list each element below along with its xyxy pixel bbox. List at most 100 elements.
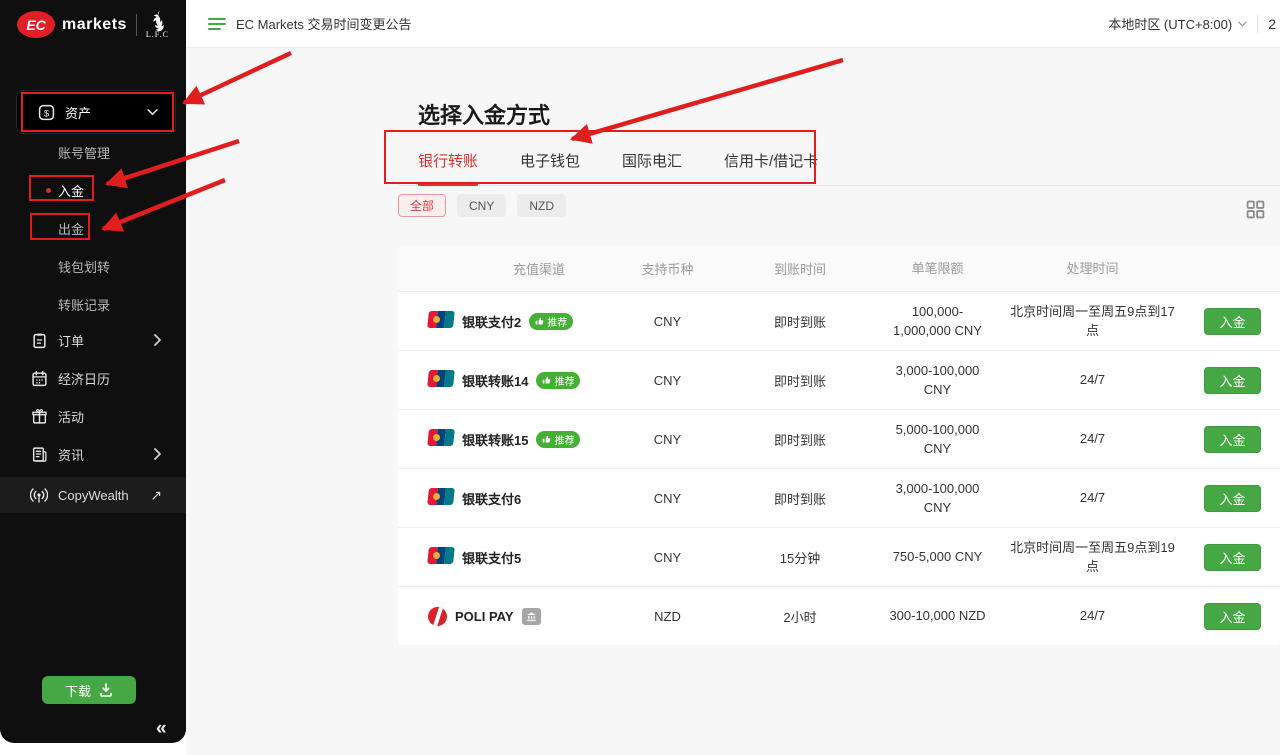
channel-cell: 银联支付6 — [398, 488, 610, 508]
arrival-cell: 即时到账 — [725, 489, 875, 508]
action-cell: 入金 — [1185, 308, 1280, 335]
announcement-text: EC Markets 交易时间变更公告 — [236, 14, 412, 33]
sidebar-item-assets[interactable]: $ 资产 — [16, 90, 176, 134]
chevron-down-icon — [1238, 21, 1247, 27]
channel-cell: 银联转账15推荐 — [398, 429, 610, 449]
column-header: 到账时间 — [725, 259, 875, 278]
announcement-link[interactable]: EC Markets 交易时间变更公告 — [208, 14, 412, 33]
sidebar-item-wallet-transfer[interactable]: 钱包划转 — [0, 251, 186, 281]
processing-cell: 北京时间周一至周五9点到17点 — [1000, 302, 1185, 341]
sidebar-item-label: CopyWealth — [58, 488, 186, 503]
sidebar-item-label: 钱包划转 — [58, 257, 110, 276]
chevron-right-icon — [154, 448, 162, 460]
limit-cell: 3,000-100,000 CNY — [875, 361, 1000, 400]
processing-cell: 24/7 — [1000, 429, 1185, 449]
arrival-cell: 2小时 — [725, 607, 875, 626]
column-header: 单笔限额 — [875, 259, 1000, 279]
recommended-badge: 推荐 — [536, 372, 580, 389]
external-link-icon: ↗ — [150, 487, 162, 504]
bank-transfer-icon — [522, 608, 541, 625]
channel-name: 银联支付5 — [462, 548, 521, 567]
brand-name: markets — [62, 16, 127, 34]
processing-cell: 24/7 — [1000, 488, 1185, 508]
tab-e-wallet[interactable]: 电子钱包 — [520, 150, 580, 185]
sidebar-item-activities[interactable]: 活动 — [0, 401, 186, 431]
channel-cell: 银联支付2推荐 — [398, 311, 610, 331]
deposit-button[interactable]: 入金 — [1204, 426, 1261, 453]
table-header-row: 充值渠道支持币种到账时间单笔限额处理时间 — [398, 246, 1280, 291]
deposit-button[interactable]: 入金 — [1204, 308, 1261, 335]
tab-international-wire[interactable]: 国际电汇 — [622, 150, 682, 185]
sidebar-item-assets-label: 资产 — [65, 103, 143, 122]
currency-cell: NZD — [610, 609, 725, 624]
page: EC markets L.F.C $ 资产 账号管理入金出金钱包划转转账记录 订… — [0, 0, 1280, 755]
filter-chip-cny[interactable]: CNY — [457, 194, 506, 217]
processing-cell: 北京时间周一至周五9点到19点 — [1000, 538, 1185, 577]
timezone-selector[interactable]: 本地时区 (UTC+8:00) — [1108, 14, 1247, 33]
deposit-method-tabs: 银行转账 电子钱包 国际电汇 信用卡/借记卡 — [398, 140, 1280, 186]
filter-chip-nzd[interactable]: NZD — [517, 194, 566, 217]
table-row: 银联支付6CNY即时到账3,000-100,000 CNY24/7入金 — [398, 468, 1280, 527]
channel-name: 银联支付6 — [462, 489, 521, 508]
currency-filters: 全部 CNY NZD — [398, 194, 566, 217]
svg-text:$: $ — [43, 108, 49, 119]
currency-cell: CNY — [610, 314, 725, 329]
tab-bank-transfer[interactable]: 银行转账 — [418, 150, 478, 185]
deposit-button[interactable]: 入金 — [1204, 367, 1261, 394]
processing-cell: 24/7 — [1000, 606, 1185, 626]
active-dot-icon — [46, 188, 51, 193]
sidebar-item-label: 入金 — [58, 181, 84, 200]
deposit-button[interactable]: 入金 — [1204, 544, 1261, 571]
sidebar-item-economic-calendar[interactable]: 经济日历 — [0, 363, 186, 393]
ec-logo-icon: EC — [17, 11, 55, 38]
sidebar: EC markets L.F.C $ 资产 账号管理入金出金钱包划转转账记录 订… — [0, 0, 186, 743]
collapse-sidebar-button[interactable]: « — [156, 718, 165, 740]
sidebar-item-deposit[interactable]: 入金 — [0, 175, 186, 205]
table-row: 银联转账14推荐CNY即时到账3,000-100,000 CNY24/7入金 — [398, 350, 1280, 409]
sidebar-item-withdraw[interactable]: 出金 — [0, 213, 186, 243]
sidebar-item-label: 经济日历 — [58, 369, 186, 388]
arrival-cell: 即时到账 — [725, 312, 875, 331]
main-content: 选择入金方式 银行转账 电子钱包 国际电汇 信用卡/借记卡 全部 CNY NZD 充值渠道… — [186, 48, 1280, 755]
unionpay-logo-icon — [428, 488, 454, 508]
filter-chip-all[interactable]: 全部 — [398, 194, 446, 217]
sidebar-item-account-management[interactable]: 账号管理 — [0, 137, 186, 167]
brand-divider — [136, 14, 137, 36]
limit-cell: 750-5,000 CNY — [875, 547, 1000, 567]
action-cell: 入金 — [1185, 603, 1280, 630]
clipboard-icon — [30, 331, 48, 349]
lfc-text: L.F.C — [146, 30, 169, 39]
download-icon — [99, 683, 113, 697]
calendar-icon — [30, 369, 48, 387]
table-row: POLI PAYNZD2小时300-10,000 NZD24/7入金 — [398, 586, 1280, 645]
channels-table: 充值渠道支持币种到账时间单笔限额处理时间 银联支付2推荐CNY即时到账100,0… — [398, 246, 1280, 645]
sidebar-item-transfer-records[interactable]: 转账记录 — [0, 289, 186, 319]
edge-number: 2 — [1268, 16, 1276, 32]
action-cell: 入金 — [1185, 485, 1280, 512]
lfc-crest-icon: L.F.C — [146, 10, 169, 39]
action-cell: 入金 — [1185, 426, 1280, 453]
deposit-button[interactable]: 入金 — [1204, 485, 1261, 512]
download-button[interactable]: 下载 — [42, 676, 136, 704]
sidebar-item-news[interactable]: 资讯 — [0, 439, 186, 469]
recommended-badge: 推荐 — [536, 431, 580, 448]
page-title: 选择入金方式 — [418, 98, 550, 130]
limit-cell: 300-10,000 NZD — [875, 606, 1000, 626]
deposit-button[interactable]: 入金 — [1204, 603, 1261, 630]
sidebar-item-label: 转账记录 — [58, 295, 110, 314]
arrival-cell: 15分钟 — [725, 548, 875, 567]
topbar-divider — [1257, 15, 1258, 33]
grid-view-icon[interactable] — [1246, 200, 1265, 219]
download-label: 下载 — [65, 681, 91, 700]
tab-credit-debit-card[interactable]: 信用卡/借记卡 — [724, 150, 818, 185]
assets-submenu: 账号管理入金出金钱包划转转账记录 — [0, 137, 186, 327]
sidebar-item-label: 出金 — [58, 219, 84, 238]
sidebar-item-copywealth[interactable]: CopyWealth↗ — [0, 477, 186, 513]
channel-name: 银联支付2 — [462, 312, 521, 331]
sidebar-item-label: 账号管理 — [58, 143, 110, 162]
table-row: 银联支付2推荐CNY即时到账100,000-1,000,000 CNY北京时间周… — [398, 291, 1280, 350]
arrival-cell: 即时到账 — [725, 430, 875, 449]
column-header: 支持币种 — [610, 259, 725, 278]
sidebar-item-label: 订单 — [58, 331, 186, 350]
sidebar-item-orders[interactable]: 订单 — [0, 325, 186, 355]
